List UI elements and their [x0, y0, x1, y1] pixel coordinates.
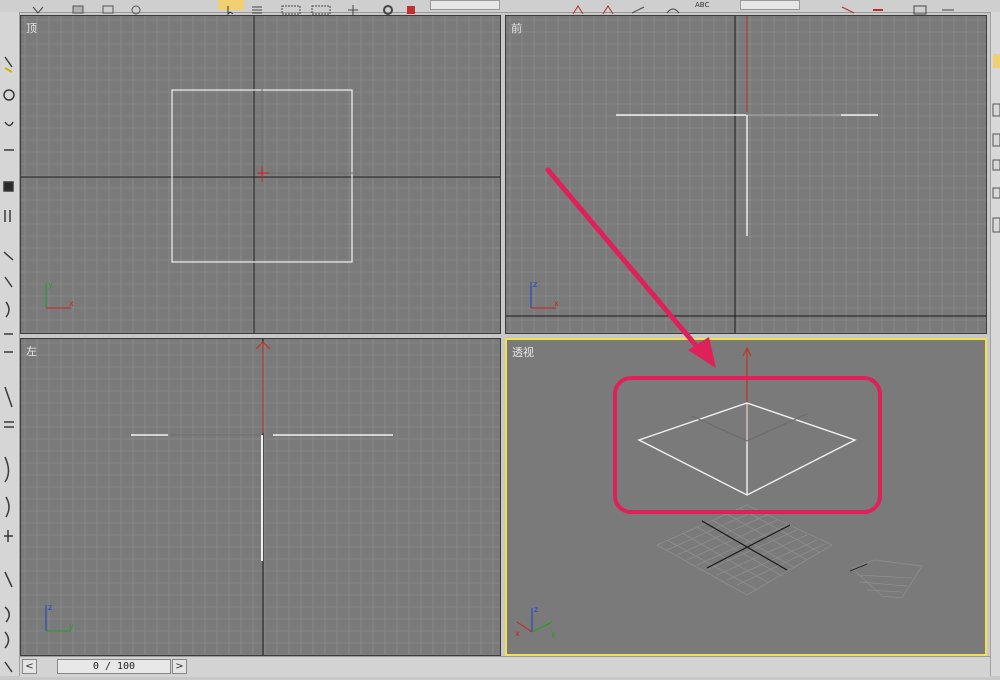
- viewport-top[interactable]: 顶 y x: [20, 15, 501, 334]
- named-selection-dropdown[interactable]: [740, 0, 800, 10]
- hierarchy-icon: [4, 210, 11, 222]
- viewport-label-perspective[interactable]: 透视: [512, 344, 534, 360]
- time-next-button[interactable]: >: [172, 659, 187, 674]
- undo-icon[interactable]: [30, 0, 46, 14]
- motion-icon: [3, 251, 14, 261]
- curve-editor-icon[interactable]: [665, 0, 681, 14]
- axis-gizmo-front: z x: [530, 280, 559, 309]
- svg-text:z: z: [48, 603, 52, 612]
- utilities-icon: [5, 301, 10, 318]
- top-view-geometry: y x: [21, 16, 500, 333]
- svg-text:z: z: [533, 280, 537, 289]
- svg-text:x: x: [69, 299, 74, 308]
- display-icon: [4, 276, 13, 288]
- link-icon[interactable]: [70, 0, 86, 14]
- command-panel-edge: [990, 12, 1000, 676]
- move-tool-icon: [4, 121, 14, 127]
- quick-render-icon[interactable]: [940, 0, 956, 11]
- perspective-geometry: z x y: [515, 346, 923, 638]
- material-editor-icon[interactable]: [840, 0, 856, 14]
- front-view-geometry: z x: [506, 16, 986, 333]
- edit-named-icon: [4, 456, 10, 483]
- pin-icon: [4, 67, 13, 73]
- scale-icon[interactable]: [405, 0, 421, 14]
- main-toolbar: ABC: [0, 0, 1000, 16]
- select-by-name-icon[interactable]: [250, 0, 266, 14]
- layer-icon[interactable]: [630, 0, 646, 14]
- svg-text:z: z: [534, 605, 538, 614]
- mirror-tool-icon: [5, 496, 10, 518]
- viewport-front[interactable]: 前 z x: [505, 15, 987, 334]
- rotate-tool-icon: [3, 89, 15, 101]
- svg-text:y: y: [69, 622, 74, 631]
- spacewarp-icon: [4, 606, 10, 623]
- viewport-label-front[interactable]: 前: [511, 20, 522, 36]
- move-icon[interactable]: [345, 0, 361, 15]
- axis-gizmo-top: y x: [45, 280, 74, 309]
- time-slider[interactable]: 0 / 100: [57, 659, 171, 674]
- viewport-left[interactable]: 左 z y: [20, 338, 501, 656]
- select-tool-icon: [4, 56, 13, 68]
- lock-icon: [3, 181, 14, 192]
- time-prev-button[interactable]: <: [22, 659, 37, 674]
- mirror-icon[interactable]: [570, 0, 586, 15]
- rect-selection-icon[interactable]: [280, 0, 304, 15]
- reference-coordinate-dropdown[interactable]: [430, 0, 500, 10]
- array-tool-icon: [4, 530, 13, 542]
- bind-icon[interactable]: [128, 0, 144, 15]
- left-view-geometry: z y: [45, 339, 393, 655]
- select-icon[interactable]: [218, 0, 244, 16]
- time-slider-bar: < 0 / 100 >: [20, 656, 990, 677]
- left-command-strip: [0, 12, 20, 676]
- align-icon[interactable]: [600, 0, 616, 15]
- home-grid: [656, 504, 833, 596]
- render-icon[interactable]: [912, 0, 928, 15]
- unlink-icon[interactable]: [100, 0, 116, 14]
- help-icon: [4, 661, 13, 673]
- svg-text:x: x: [554, 299, 559, 308]
- spell-check-icon[interactable]: ABC: [695, 0, 719, 10]
- spinner-snap-icon: [4, 421, 14, 428]
- viewport-label-left[interactable]: 左: [26, 343, 37, 359]
- percent-snap-icon: [4, 386, 13, 408]
- svg-text:y: y: [48, 280, 53, 289]
- axis-gizmo-perspective: z x y: [515, 605, 556, 638]
- svg-text:y: y: [551, 629, 556, 638]
- rotate-icon[interactable]: [380, 0, 396, 15]
- secondary-grid: [849, 559, 923, 599]
- viewport-perspective[interactable]: 透视 z x y: [505, 338, 987, 656]
- spacer-tool-icon: [4, 571, 13, 588]
- camera-icon: [4, 631, 10, 649]
- render-setup-icon[interactable]: [870, 0, 886, 11]
- svg-text:x: x: [515, 629, 520, 638]
- viewport-label-top[interactable]: 顶: [26, 20, 37, 36]
- axis-gizmo-left: z y: [45, 603, 74, 632]
- window-crossing-icon[interactable]: [310, 0, 334, 15]
